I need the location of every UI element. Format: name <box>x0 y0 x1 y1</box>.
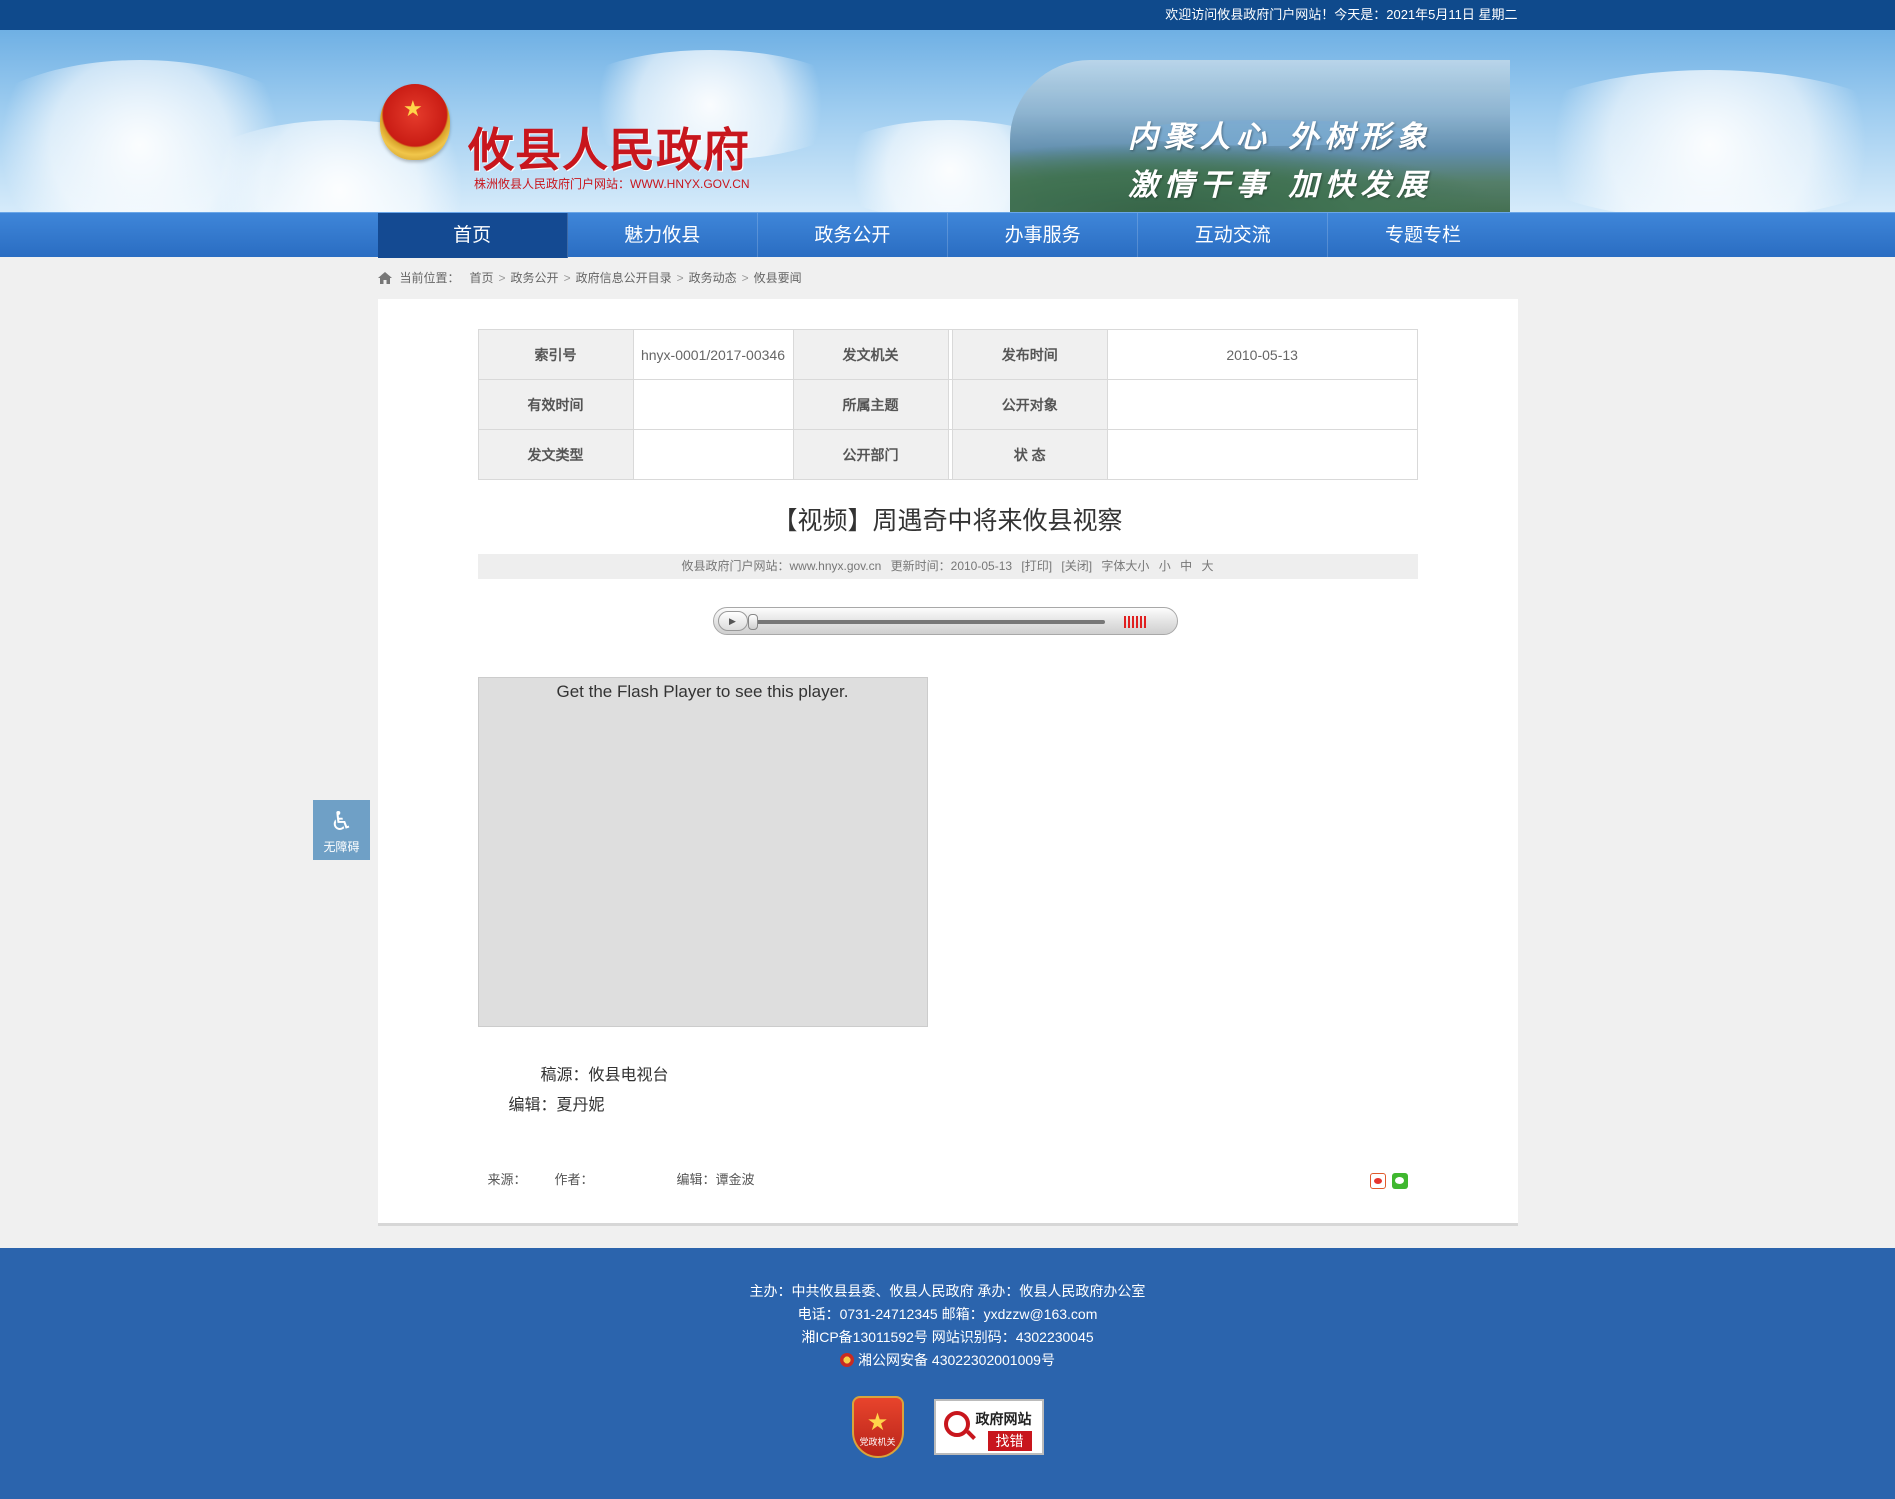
meta-value <box>1106 379 1418 430</box>
accessibility-label: 无障碍 <box>323 840 360 854</box>
breadcrumb-separator: > <box>498 271 506 285</box>
footer-editor: 编辑：谭金波 <box>676 1172 755 1187</box>
article-title: 【视频】周遇奇中将来攸县视察 <box>772 507 1123 535</box>
main-nav: 首页 魅力攸县 政务公开 办事服务 互动交流 专题专栏 <box>0 212 1895 258</box>
footer-author: 作者： <box>554 1172 594 1187</box>
footer-badges: ★ 党政机关 政府网站 找错 <box>0 1396 1895 1458</box>
footer-source: 来源： <box>487 1172 527 1187</box>
share-buttons <box>1369 1173 1408 1189</box>
font-size-label: 字体大小 <box>1101 559 1150 573</box>
article-card: 索引号 hnyx-0001/2017-00346 发文机关 发布时间 2010-… <box>377 299 1518 1226</box>
findbug-line2: 找错 <box>987 1431 1032 1451</box>
nav-item-gov-affairs[interactable]: 政务公开 <box>758 213 949 258</box>
nav-item-services[interactable]: 办事服务 <box>948 213 1139 258</box>
national-emblem-icon[interactable]: ★ <box>380 84 450 160</box>
source-credit: 稿源：攸县电视台 <box>540 1067 669 1084</box>
slogan-line-2: 激情干事 加快发展 <box>1128 168 1433 203</box>
welcome-text: 欢迎访问攸县政府门户网站！今天是：2021年5月11日 星期二 <box>1165 7 1518 22</box>
nav-item-home[interactable]: 首页 <box>377 213 568 258</box>
site-subtitle: 株洲攸县人民政府门户网站：WWW.HNYX.GOV.CN <box>474 177 750 191</box>
table-row: 发文类型 公开部门 状 态 <box>477 429 1418 480</box>
meta-value <box>632 429 794 480</box>
breadcrumb-separator: > <box>676 271 684 285</box>
party-emblem-icon: ★ <box>866 1409 889 1436</box>
breadcrumb-county-news[interactable]: 攸县要闻 <box>754 257 802 299</box>
police-badge-icon <box>840 1353 855 1367</box>
meta-label: 所属主题 <box>792 379 949 430</box>
meta-value: 2010-05-13 <box>1106 329 1418 380</box>
home-icon <box>377 272 392 284</box>
editor-credit: 编辑：夏丹妮 <box>508 1097 605 1114</box>
meta-label: 状 态 <box>951 429 1108 480</box>
site-title[interactable]: 攸县人民政府 <box>468 114 750 180</box>
header-banner: ★ 攸县人民政府 株洲攸县人民政府门户网站：WWW.HNYX.GOV.CN 内聚… <box>0 30 1895 212</box>
meta-label: 发文机关 <box>792 329 949 380</box>
progress-track[interactable] <box>749 620 1105 624</box>
footer-organizer: 主办：中共攸县县委、攸县人民政府 承办：攸县人民政府办公室 <box>749 1283 1146 1299</box>
play-icon[interactable]: ▶ <box>717 611 748 631</box>
magnifier-icon <box>943 1411 970 1437</box>
print-link[interactable]: [打印] <box>1021 559 1052 573</box>
font-size-small[interactable]: 小 <box>1159 559 1171 573</box>
footer-police-record[interactable]: 湘公网安备 43022302001009号 <box>0 1349 1895 1372</box>
meta-value: hnyx-0001/2017-00346 <box>632 329 794 380</box>
font-size-medium[interactable]: 中 <box>1180 559 1192 573</box>
breadcrumb-label: 当前位置： <box>399 271 460 285</box>
nav-item-topics[interactable]: 专题专栏 <box>1328 213 1517 258</box>
volume-icon[interactable] <box>1123 616 1146 628</box>
meta-label: 发文类型 <box>477 429 634 480</box>
info-update-time: 更新时间：2010-05-13 <box>890 559 1013 573</box>
flash-notice: Get the Flash Player to see this player. <box>556 682 849 701</box>
site-footer: 主办：中共攸县县委、攸县人民政府 承办：攸县人民政府办公室 电话：0731-24… <box>0 1248 1895 1499</box>
info-site: 攸县政府门户网站：www.hnyx.gov.cn <box>681 559 882 573</box>
meta-label: 公开部门 <box>792 429 949 480</box>
meta-value <box>632 379 794 430</box>
meta-value <box>1106 429 1418 480</box>
footer-icp[interactable]: 湘ICP备13011592号 网站识别码：4302230045 <box>0 1326 1895 1349</box>
meta-label: 有效时间 <box>477 379 634 430</box>
party-badge-text: 党政机关 <box>859 1437 896 1447</box>
article-footer-meta: 来源： 作者： 编辑：谭金波 <box>488 1169 783 1188</box>
gov-site-findbug-badge[interactable]: 政府网站 找错 <box>933 1399 1044 1455</box>
progress-handle[interactable] <box>747 614 758 630</box>
breadcrumb-gov-affairs[interactable]: 政务公开 <box>511 257 559 299</box>
flash-player-placeholder[interactable]: Get the Flash Player to see this player. <box>477 677 928 1027</box>
footer-contact: 电话：0731-24712345 邮箱：yxdzzw@163.com <box>797 1306 1098 1322</box>
table-row: 索引号 hnyx-0001/2017-00346 发文机关 发布时间 2010-… <box>477 329 1418 380</box>
nav-item-interaction[interactable]: 互动交流 <box>1138 213 1329 258</box>
breadcrumb-gov-news[interactable]: 政务动态 <box>689 257 737 299</box>
breadcrumb-home[interactable]: 首页 <box>470 257 494 299</box>
meta-label: 公开对象 <box>951 379 1108 430</box>
close-link[interactable]: [关闭] <box>1061 559 1092 573</box>
weibo-share-icon[interactable] <box>1369 1173 1386 1189</box>
breadcrumb: 当前位置： 首页 > 政务公开 > 政府信息公开目录 > 政务动态 > 攸县要闻 <box>377 257 1518 299</box>
footer-police-text: 湘公网安备 43022302001009号 <box>858 1352 1055 1368</box>
party-gov-badge[interactable]: ★ 党政机关 <box>851 1396 904 1458</box>
top-bar: 欢迎访问攸县政府门户网站！今天是：2021年5月11日 星期二 <box>0 0 1895 30</box>
table-row: 有效时间 所属主题 公开对象 <box>477 379 1418 430</box>
font-size-large[interactable]: 大 <box>1202 559 1214 573</box>
meta-label: 发布时间 <box>951 329 1108 380</box>
breadcrumb-info-catalog[interactable]: 政府信息公开目录 <box>576 257 672 299</box>
wechat-share-icon[interactable] <box>1391 1173 1408 1189</box>
breadcrumb-separator: > <box>563 271 571 285</box>
meta-info-table: 索引号 hnyx-0001/2017-00346 发文机关 发布时间 2010-… <box>477 329 1418 480</box>
slogan-line-1: 内聚人心 外树形象 <box>1128 120 1433 155</box>
breadcrumb-separator: > <box>741 271 749 285</box>
media-player: ▶ <box>712 607 1178 635</box>
findbug-line1: 政府网站 <box>975 1411 1032 1427</box>
meta-label: 索引号 <box>477 329 634 380</box>
accessibility-button[interactable]: ♿ 无障碍 <box>313 800 370 860</box>
nav-item-charm[interactable]: 魅力攸县 <box>568 213 758 258</box>
wheelchair-icon: ♿ <box>329 806 354 836</box>
article-info-bar: 攸县政府门户网站：www.hnyx.gov.cn 更新时间：2010-05-13… <box>477 554 1418 579</box>
